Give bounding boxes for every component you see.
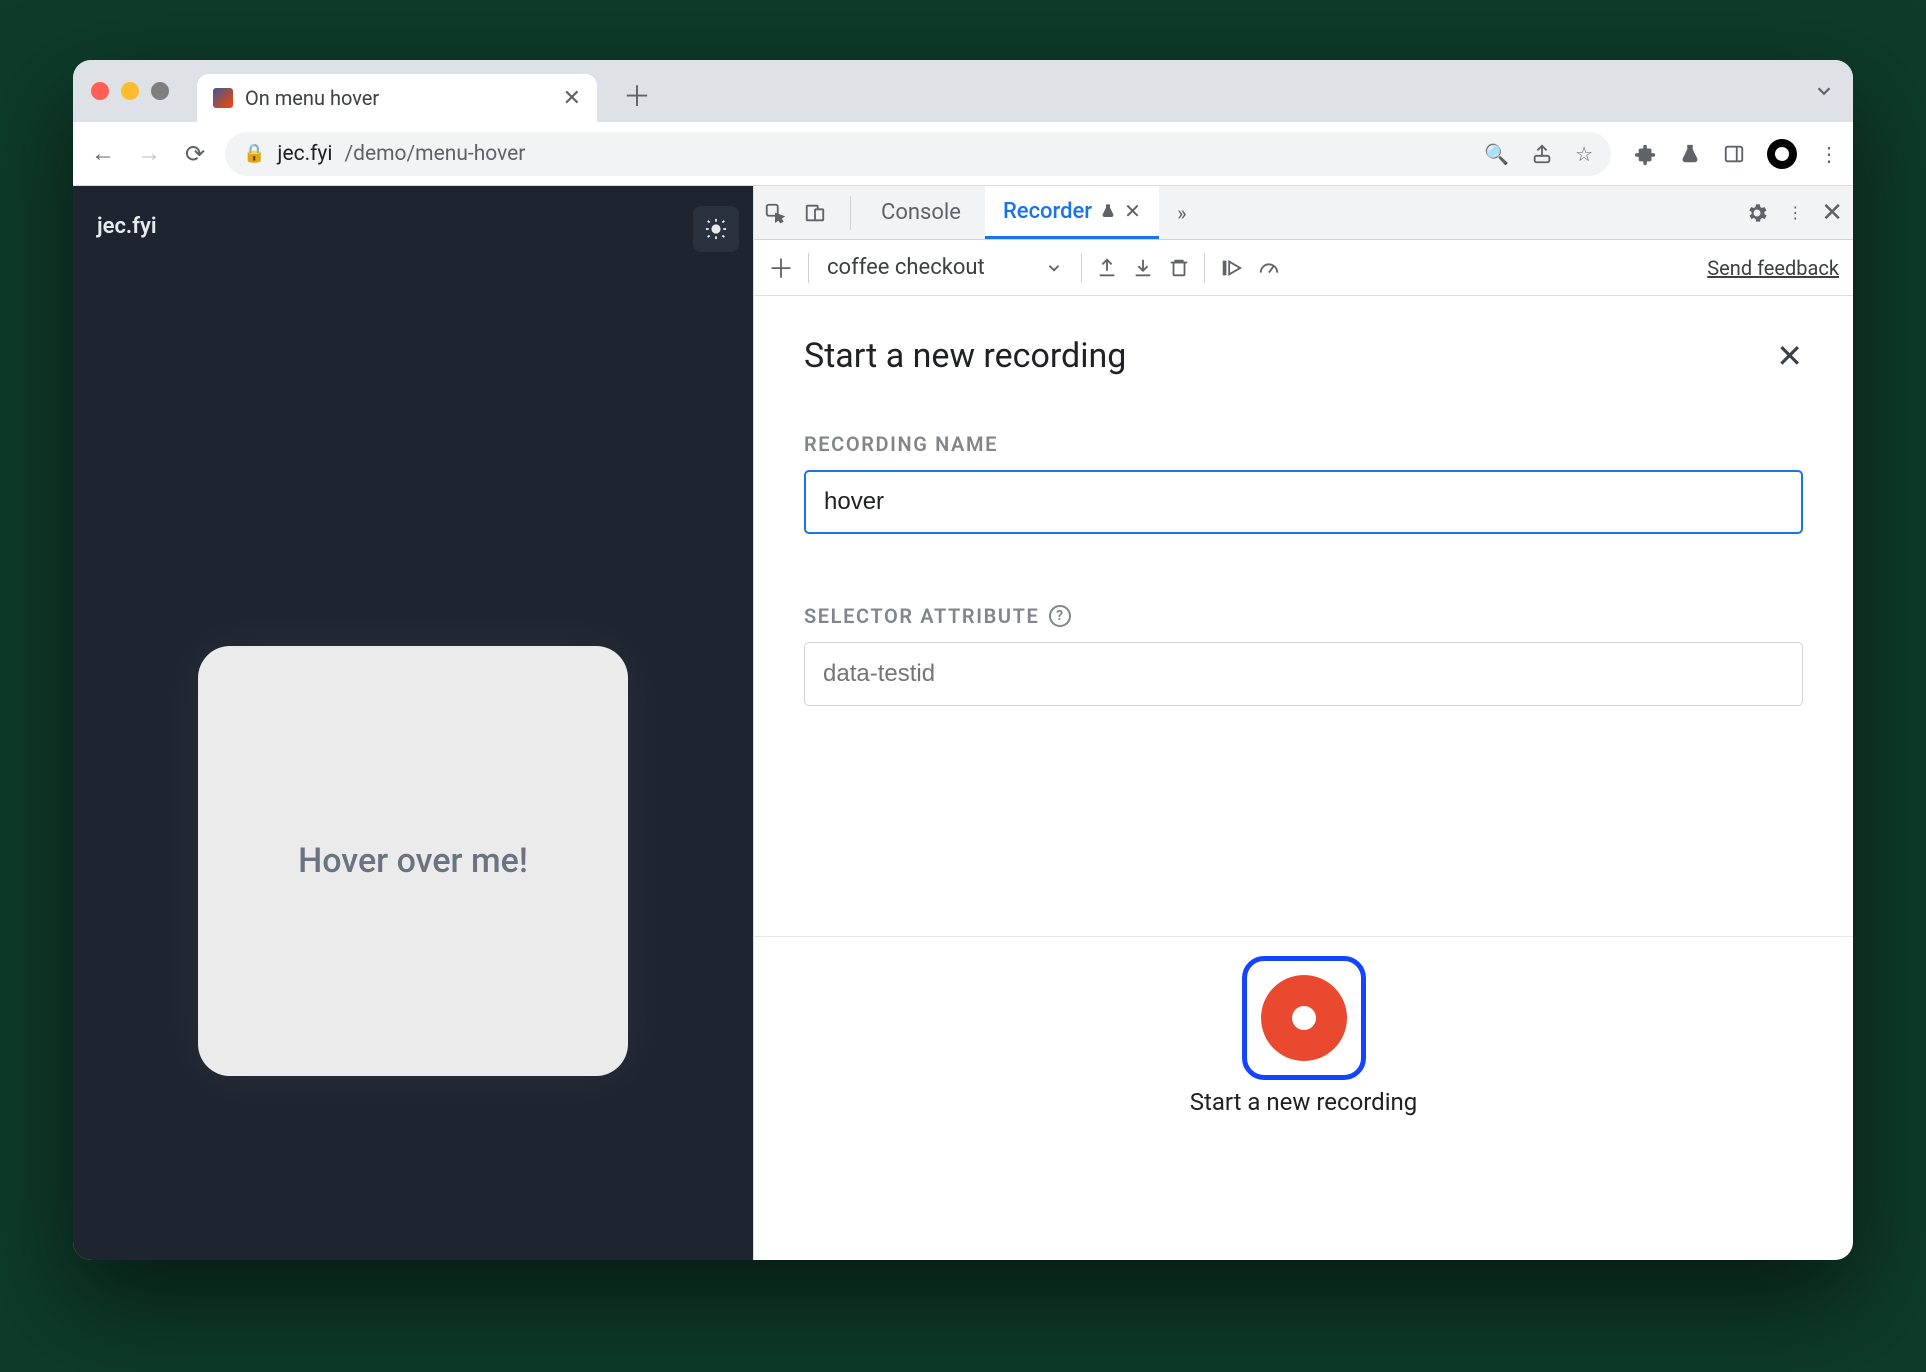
zoom-out-icon[interactable]: 🔍	[1484, 142, 1509, 166]
recording-select-value: coffee checkout	[827, 255, 985, 280]
start-recording-label: Start a new recording	[1190, 1088, 1418, 1116]
address-bar[interactable]: 🔒 jec.fyi/demo/menu-hover 🔍 ☆	[225, 132, 1611, 176]
hover-card[interactable]: Hover over me!	[198, 646, 628, 1076]
star-icon[interactable]: ☆	[1575, 142, 1593, 166]
menu-button[interactable]: ⋮	[1819, 142, 1839, 166]
tab-title: On menu hover	[245, 86, 379, 110]
delete-icon[interactable]	[1168, 257, 1190, 279]
theme-toggle-button[interactable]	[693, 206, 739, 252]
inspect-icon[interactable]	[764, 202, 798, 224]
export-icon[interactable]	[1096, 257, 1118, 279]
url-host: jec.fyi	[277, 142, 332, 166]
lock-icon: 🔒	[243, 143, 265, 164]
tab-recorder[interactable]: Recorder ✕	[985, 186, 1159, 239]
url-path: /demo/menu-hover	[344, 142, 525, 166]
record-icon	[1261, 975, 1347, 1061]
divider	[754, 936, 1853, 937]
titlebar: On menu hover ✕ ＋	[73, 60, 1853, 122]
recorder-toolbar: ＋ coffee checkout	[754, 240, 1853, 296]
selector-attribute-input[interactable]	[804, 642, 1803, 706]
kebab-menu-icon[interactable]: ⋮	[1787, 203, 1803, 222]
tab-overflow-button[interactable]	[1813, 80, 1835, 102]
devtools-tabstrip: Console Recorder ✕ » ⋮ ✕	[754, 186, 1853, 240]
recording-name-input[interactable]	[804, 470, 1803, 534]
start-recording-button[interactable]	[1242, 956, 1366, 1080]
more-tabs-button[interactable]: »	[1165, 201, 1199, 225]
beaker-icon	[1100, 203, 1116, 219]
help-icon[interactable]: ?	[1049, 605, 1071, 627]
new-tab-button[interactable]: ＋	[623, 75, 651, 115]
recording-name-label: RECORDING NAME	[804, 432, 1803, 456]
minimize-window-button[interactable]	[121, 82, 139, 100]
hover-card-text: Hover over me!	[298, 841, 528, 881]
tab-console[interactable]: Console	[863, 186, 979, 239]
new-recording-button[interactable]: ＋	[768, 249, 794, 286]
reload-button[interactable]: ⟳	[179, 140, 211, 168]
settings-icon[interactable]	[1745, 201, 1769, 225]
panel-icon[interactable]	[1723, 143, 1745, 165]
chevron-down-icon	[1045, 259, 1063, 277]
demo-page: jec.fyi Hover over me!	[73, 186, 753, 1260]
replay-icon[interactable]	[1219, 257, 1243, 279]
labs-icon[interactable]	[1679, 143, 1701, 165]
panel-title: Start a new recording	[804, 336, 1126, 376]
forward-button[interactable]: →	[133, 139, 165, 168]
close-devtools-button[interactable]: ✕	[1821, 198, 1843, 228]
record-button-group: Start a new recording	[754, 956, 1853, 1116]
devtools-panel: Console Recorder ✕ » ⋮ ✕	[753, 186, 1853, 1260]
close-tab-button[interactable]: ✕	[563, 86, 581, 111]
recorder-panel: Start a new recording ✕ RECORDING NAME S…	[754, 296, 1853, 1260]
import-icon[interactable]	[1132, 257, 1154, 279]
performance-icon[interactable]	[1257, 257, 1281, 279]
maximize-window-button[interactable]	[151, 82, 169, 100]
profile-avatar[interactable]	[1767, 139, 1797, 169]
recording-select[interactable]: coffee checkout	[823, 251, 1067, 284]
extensions-icon[interactable]	[1635, 143, 1657, 165]
site-name: jec.fyi	[97, 214, 729, 239]
device-toggle-icon[interactable]	[804, 202, 838, 224]
close-window-button[interactable]	[91, 82, 109, 100]
window-controls	[91, 82, 169, 100]
share-icon[interactable]	[1531, 143, 1553, 165]
selector-attribute-label: SELECTOR ATTRIBUTE ?	[804, 604, 1803, 628]
browser-tab[interactable]: On menu hover ✕	[197, 74, 597, 122]
toolbar: ← → ⟳ 🔒 jec.fyi/demo/menu-hover 🔍 ☆	[73, 122, 1853, 186]
content-area: jec.fyi Hover over me! Console	[73, 186, 1853, 1260]
browser-window: On menu hover ✕ ＋ ← → ⟳ 🔒 jec.fyi/demo/m…	[73, 60, 1853, 1260]
close-tab-icon[interactable]: ✕	[1124, 199, 1141, 223]
send-feedback-link[interactable]: Send feedback	[1707, 256, 1839, 280]
close-panel-button[interactable]: ✕	[1776, 337, 1803, 375]
toolbar-icons: ⋮	[1635, 139, 1839, 169]
favicon-icon	[213, 88, 233, 108]
back-button[interactable]: ←	[87, 139, 119, 168]
